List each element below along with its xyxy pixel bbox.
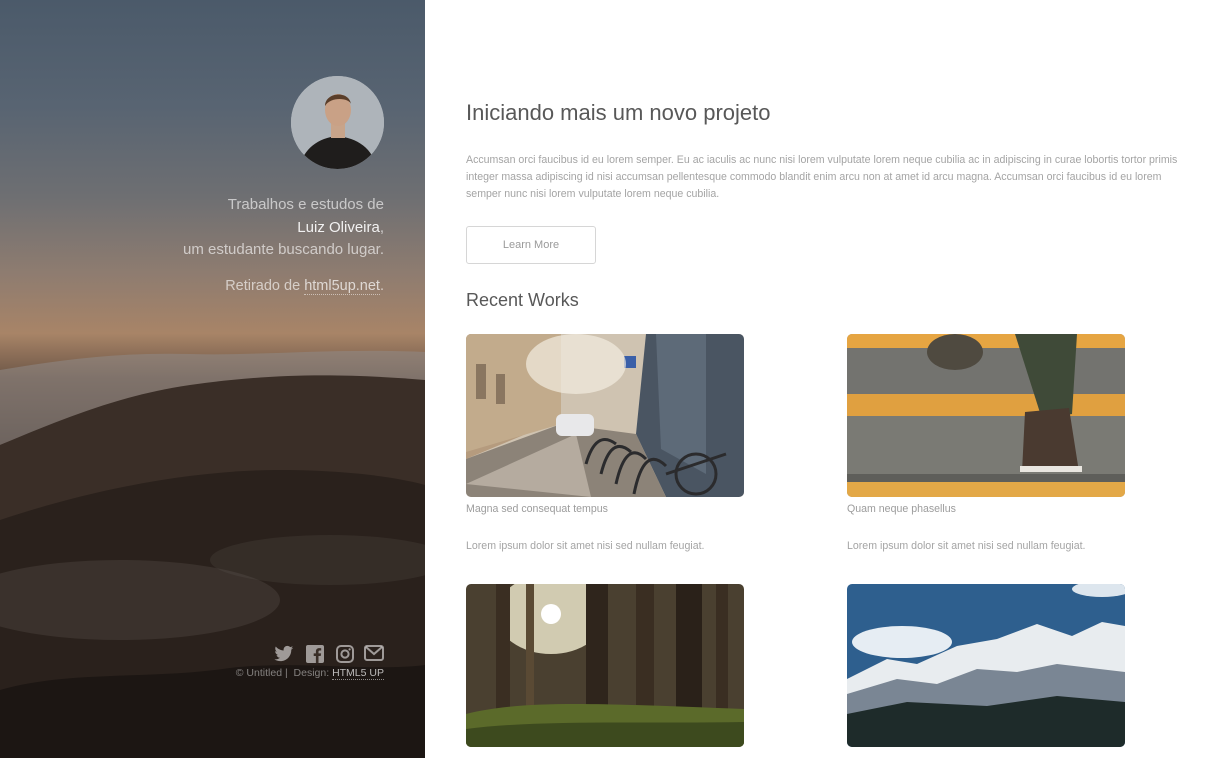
intro-line-1: Trabalhos e estudos de: [227, 196, 384, 213]
work-thumbnail-forest[interactable]: [466, 584, 744, 747]
recent-works-heading: Recent Works: [466, 290, 579, 310]
source-prefix: Retirado de: [225, 277, 305, 294]
source-credit: Retirado de html5up.net.: [44, 276, 384, 296]
source-link[interactable]: html5up.net: [304, 277, 380, 295]
intro-text: Trabalhos e estudos de Luiz Oliveira, um…: [44, 194, 384, 262]
learn-more-button[interactable]: Learn More: [466, 226, 596, 264]
work-caption: Quam neque phasellus: [847, 503, 956, 515]
work-item: [847, 584, 1125, 772]
work-thumbnail-street[interactable]: [466, 334, 744, 497]
design-label: Design:: [293, 667, 330, 679]
page-title: Iniciando mais um novo projeto: [466, 100, 771, 125]
copyright: © Untitled | Design: HTML5 UP: [235, 667, 384, 680]
work-item: Magna sed consequat tempus Lorem ipsum d…: [466, 334, 744, 552]
sidebar: Trabalhos e estudos de Luiz Oliveira, um…: [0, 0, 425, 758]
twitter-icon[interactable]: [274, 645, 294, 663]
lead-paragraph: Accumsan orci faucibus id eu lorem sempe…: [466, 154, 1178, 200]
work-thumbnail-stairs[interactable]: [847, 334, 1125, 497]
work-description: Lorem ipsum dolor sit amet nisi sed null…: [466, 540, 705, 552]
work-item: Quam neque phasellus Lorem ipsum dolor s…: [847, 334, 1125, 552]
work-thumbnail-mountains[interactable]: [847, 584, 1125, 747]
instagram-icon[interactable]: [334, 645, 354, 663]
copyright-text: © Untitled |: [235, 667, 288, 679]
intro-comma: ,: [379, 218, 384, 236]
facebook-icon[interactable]: [304, 645, 324, 663]
source-suffix: .: [379, 277, 384, 294]
sidebar-footer: © Untitled | Design: HTML5 UP: [235, 645, 384, 680]
work-description: Lorem ipsum dolor sit amet nisi sed null…: [847, 540, 1086, 552]
social-icons: [236, 645, 384, 663]
sidebar-intro: Trabalhos e estudos de Luiz Oliveira, um…: [44, 76, 384, 296]
design-link[interactable]: HTML5 UP: [332, 667, 384, 680]
envelope-icon[interactable]: [364, 645, 384, 663]
intro-line-3: um estudante buscando lugar.: [183, 241, 384, 258]
work-item: [466, 584, 744, 772]
work-caption: Magna sed consequat tempus: [466, 503, 608, 515]
avatar: [291, 76, 384, 169]
author-name: Luiz Oliveira: [297, 218, 380, 236]
